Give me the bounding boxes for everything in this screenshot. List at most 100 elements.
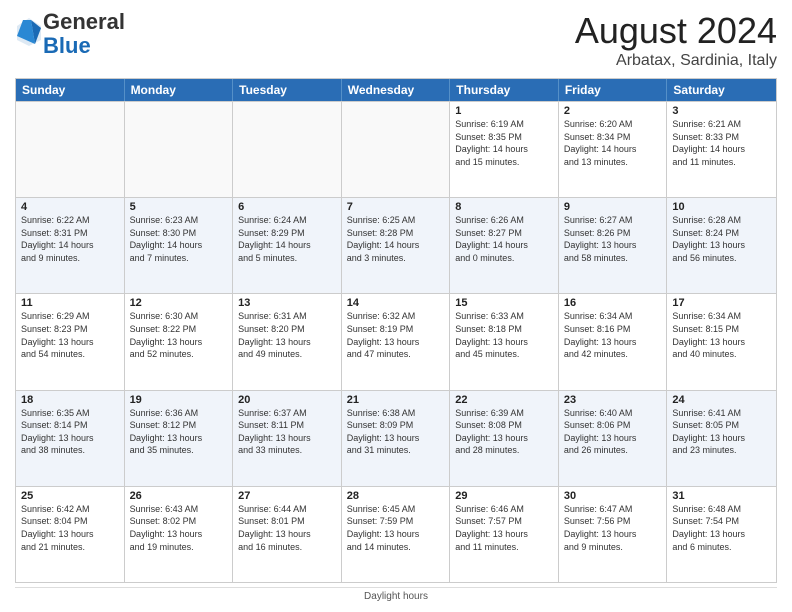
- calendar-cell: 14Sunrise: 6:32 AM Sunset: 8:19 PM Dayli…: [342, 294, 451, 389]
- cell-info: Sunrise: 6:45 AM Sunset: 7:59 PM Dayligh…: [347, 503, 445, 553]
- cell-info: Sunrise: 6:34 AM Sunset: 8:16 PM Dayligh…: [564, 310, 662, 360]
- logo-text: General Blue: [43, 10, 125, 58]
- calendar-row: 11Sunrise: 6:29 AM Sunset: 8:23 PM Dayli…: [16, 293, 776, 389]
- calendar-cell: 9Sunrise: 6:27 AM Sunset: 8:26 PM Daylig…: [559, 198, 668, 293]
- cell-info: Sunrise: 6:31 AM Sunset: 8:20 PM Dayligh…: [238, 310, 336, 360]
- calendar-row: 4Sunrise: 6:22 AM Sunset: 8:31 PM Daylig…: [16, 197, 776, 293]
- cell-info: Sunrise: 6:23 AM Sunset: 8:30 PM Dayligh…: [130, 214, 228, 264]
- calendar-cell: 27Sunrise: 6:44 AM Sunset: 8:01 PM Dayli…: [233, 487, 342, 582]
- day-number: 12: [130, 297, 228, 309]
- day-number: 13: [238, 297, 336, 309]
- cell-info: Sunrise: 6:34 AM Sunset: 8:15 PM Dayligh…: [672, 310, 771, 360]
- calendar-header-day: Sunday: [16, 79, 125, 101]
- calendar-cell: 1Sunrise: 6:19 AM Sunset: 8:35 PM Daylig…: [450, 102, 559, 197]
- day-number: 21: [347, 394, 445, 406]
- calendar-cell: 28Sunrise: 6:45 AM Sunset: 7:59 PM Dayli…: [342, 487, 451, 582]
- title-area: August 2024 Arbatax, Sardinia, Italy: [575, 10, 777, 70]
- calendar: SundayMondayTuesdayWednesdayThursdayFrid…: [15, 78, 777, 583]
- day-number: 11: [21, 297, 119, 309]
- cell-info: Sunrise: 6:44 AM Sunset: 8:01 PM Dayligh…: [238, 503, 336, 553]
- calendar-cell: 4Sunrise: 6:22 AM Sunset: 8:31 PM Daylig…: [16, 198, 125, 293]
- cell-info: Sunrise: 6:35 AM Sunset: 8:14 PM Dayligh…: [21, 407, 119, 457]
- day-number: 6: [238, 201, 336, 213]
- calendar-header-day: Thursday: [450, 79, 559, 101]
- day-number: 17: [672, 297, 771, 309]
- cell-info: Sunrise: 6:28 AM Sunset: 8:24 PM Dayligh…: [672, 214, 771, 264]
- calendar-cell: 21Sunrise: 6:38 AM Sunset: 8:09 PM Dayli…: [342, 391, 451, 486]
- day-number: 27: [238, 490, 336, 502]
- cell-info: Sunrise: 6:42 AM Sunset: 8:04 PM Dayligh…: [21, 503, 119, 553]
- location: Arbatax, Sardinia, Italy: [575, 52, 777, 70]
- calendar-cell: 30Sunrise: 6:47 AM Sunset: 7:56 PM Dayli…: [559, 487, 668, 582]
- calendar-cell: 17Sunrise: 6:34 AM Sunset: 8:15 PM Dayli…: [667, 294, 776, 389]
- calendar-cell-empty: [16, 102, 125, 197]
- calendar-cell: 18Sunrise: 6:35 AM Sunset: 8:14 PM Dayli…: [16, 391, 125, 486]
- cell-info: Sunrise: 6:40 AM Sunset: 8:06 PM Dayligh…: [564, 407, 662, 457]
- day-number: 7: [347, 201, 445, 213]
- day-number: 22: [455, 394, 553, 406]
- calendar-cell: 23Sunrise: 6:40 AM Sunset: 8:06 PM Dayli…: [559, 391, 668, 486]
- day-number: 10: [672, 201, 771, 213]
- calendar-cell: 3Sunrise: 6:21 AM Sunset: 8:33 PM Daylig…: [667, 102, 776, 197]
- calendar-row: 18Sunrise: 6:35 AM Sunset: 8:14 PM Dayli…: [16, 390, 776, 486]
- calendar-header-day: Saturday: [667, 79, 776, 101]
- calendar-cell: 7Sunrise: 6:25 AM Sunset: 8:28 PM Daylig…: [342, 198, 451, 293]
- calendar-header-day: Tuesday: [233, 79, 342, 101]
- cell-info: Sunrise: 6:36 AM Sunset: 8:12 PM Dayligh…: [130, 407, 228, 457]
- day-number: 2: [564, 105, 662, 117]
- day-number: 25: [21, 490, 119, 502]
- calendar-header-row: SundayMondayTuesdayWednesdayThursdayFrid…: [16, 79, 776, 101]
- day-number: 14: [347, 297, 445, 309]
- calendar-cell: 20Sunrise: 6:37 AM Sunset: 8:11 PM Dayli…: [233, 391, 342, 486]
- cell-info: Sunrise: 6:24 AM Sunset: 8:29 PM Dayligh…: [238, 214, 336, 264]
- day-number: 30: [564, 490, 662, 502]
- daylight-label: Daylight hours: [364, 591, 428, 602]
- cell-info: Sunrise: 6:33 AM Sunset: 8:18 PM Dayligh…: [455, 310, 553, 360]
- calendar-cell: 24Sunrise: 6:41 AM Sunset: 8:05 PM Dayli…: [667, 391, 776, 486]
- calendar-cell: 16Sunrise: 6:34 AM Sunset: 8:16 PM Dayli…: [559, 294, 668, 389]
- cell-info: Sunrise: 6:30 AM Sunset: 8:22 PM Dayligh…: [130, 310, 228, 360]
- day-number: 26: [130, 490, 228, 502]
- day-number: 4: [21, 201, 119, 213]
- calendar-cell: 29Sunrise: 6:46 AM Sunset: 7:57 PM Dayli…: [450, 487, 559, 582]
- day-number: 16: [564, 297, 662, 309]
- header: General Blue August 2024 Arbatax, Sardin…: [15, 10, 777, 70]
- calendar-cell-empty: [125, 102, 234, 197]
- cell-info: Sunrise: 6:47 AM Sunset: 7:56 PM Dayligh…: [564, 503, 662, 553]
- day-number: 15: [455, 297, 553, 309]
- cell-info: Sunrise: 6:41 AM Sunset: 8:05 PM Dayligh…: [672, 407, 771, 457]
- cell-info: Sunrise: 6:48 AM Sunset: 7:54 PM Dayligh…: [672, 503, 771, 553]
- day-number: 24: [672, 394, 771, 406]
- cell-info: Sunrise: 6:38 AM Sunset: 8:09 PM Dayligh…: [347, 407, 445, 457]
- day-number: 1: [455, 105, 553, 117]
- cell-info: Sunrise: 6:20 AM Sunset: 8:34 PM Dayligh…: [564, 118, 662, 168]
- cell-info: Sunrise: 6:46 AM Sunset: 7:57 PM Dayligh…: [455, 503, 553, 553]
- cell-info: Sunrise: 6:43 AM Sunset: 8:02 PM Dayligh…: [130, 503, 228, 553]
- calendar-cell: 2Sunrise: 6:20 AM Sunset: 8:34 PM Daylig…: [559, 102, 668, 197]
- calendar-header-day: Monday: [125, 79, 234, 101]
- calendar-cell: 15Sunrise: 6:33 AM Sunset: 8:18 PM Dayli…: [450, 294, 559, 389]
- cell-info: Sunrise: 6:22 AM Sunset: 8:31 PM Dayligh…: [21, 214, 119, 264]
- cell-info: Sunrise: 6:37 AM Sunset: 8:11 PM Dayligh…: [238, 407, 336, 457]
- calendar-cell: 8Sunrise: 6:26 AM Sunset: 8:27 PM Daylig…: [450, 198, 559, 293]
- logo-blue: Blue: [43, 33, 91, 58]
- calendar-cell: 31Sunrise: 6:48 AM Sunset: 7:54 PM Dayli…: [667, 487, 776, 582]
- cell-info: Sunrise: 6:25 AM Sunset: 8:28 PM Dayligh…: [347, 214, 445, 264]
- day-number: 20: [238, 394, 336, 406]
- day-number: 19: [130, 394, 228, 406]
- cell-info: Sunrise: 6:19 AM Sunset: 8:35 PM Dayligh…: [455, 118, 553, 168]
- daylight-note: Daylight hours: [15, 587, 777, 602]
- day-number: 5: [130, 201, 228, 213]
- month-year: August 2024: [575, 10, 777, 52]
- calendar-row: 1Sunrise: 6:19 AM Sunset: 8:35 PM Daylig…: [16, 101, 776, 197]
- calendar-cell: 10Sunrise: 6:28 AM Sunset: 8:24 PM Dayli…: [667, 198, 776, 293]
- page: General Blue August 2024 Arbatax, Sardin…: [0, 0, 792, 612]
- calendar-cell: 12Sunrise: 6:30 AM Sunset: 8:22 PM Dayli…: [125, 294, 234, 389]
- day-number: 23: [564, 394, 662, 406]
- day-number: 29: [455, 490, 553, 502]
- cell-info: Sunrise: 6:26 AM Sunset: 8:27 PM Dayligh…: [455, 214, 553, 264]
- cell-info: Sunrise: 6:27 AM Sunset: 8:26 PM Dayligh…: [564, 214, 662, 264]
- calendar-cell: 22Sunrise: 6:39 AM Sunset: 8:08 PM Dayli…: [450, 391, 559, 486]
- logo-icon: [15, 16, 43, 48]
- day-number: 9: [564, 201, 662, 213]
